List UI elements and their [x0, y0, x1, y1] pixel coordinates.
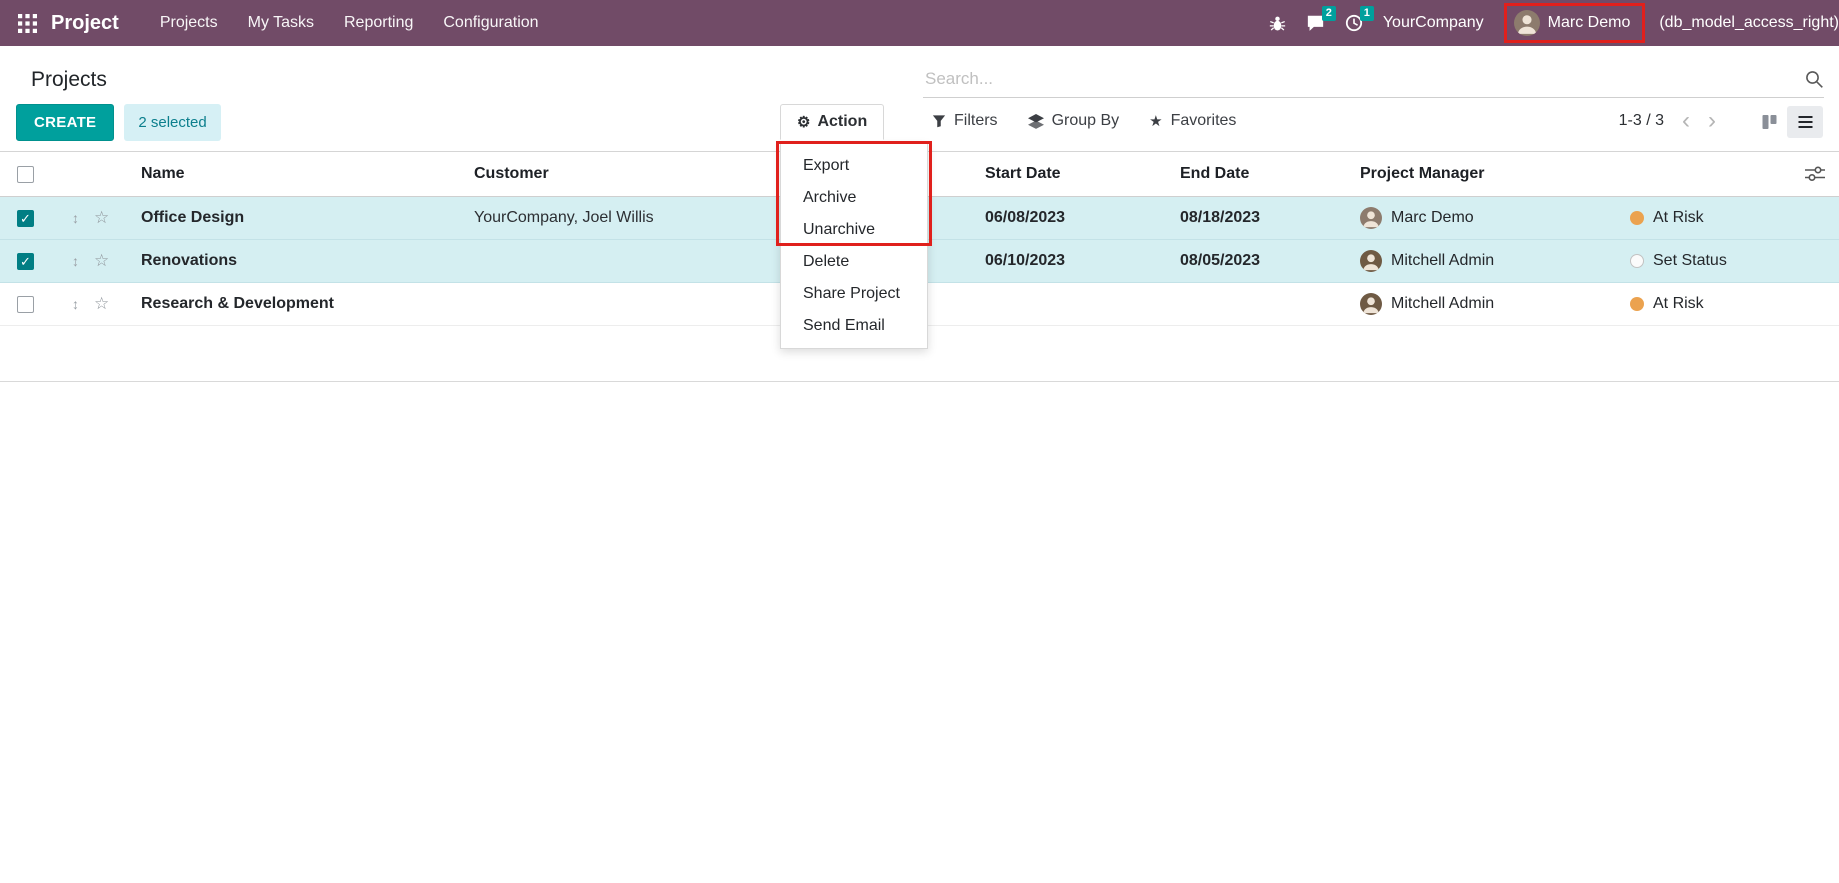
kanban-view-icon[interactable] [1751, 106, 1787, 138]
messages-icon[interactable]: 2 [1306, 14, 1325, 32]
manager-name: Mitchell Admin [1391, 252, 1494, 270]
group-by-label: Group By [1052, 112, 1120, 130]
row-checkbox[interactable] [17, 296, 34, 313]
menu-item-send-email[interactable]: Send Email [781, 310, 927, 342]
star-icon: ★ [1149, 112, 1162, 130]
menu-my-tasks[interactable]: My Tasks [233, 0, 329, 46]
main-menu: Projects My Tasks Reporting Configuratio… [145, 0, 554, 46]
pager-next-icon[interactable]: › [1708, 112, 1716, 130]
menu-configuration[interactable]: Configuration [428, 0, 553, 46]
drag-handle-icon[interactable]: ↕ [72, 210, 79, 226]
user-menu[interactable]: Marc Demo [1504, 3, 1646, 43]
project-end-date: 08/05/2023 [1180, 252, 1360, 270]
manager-name: Marc Demo [1391, 209, 1474, 227]
activities-icon[interactable]: 1 [1345, 14, 1363, 32]
header-name[interactable]: Name [141, 165, 474, 183]
status-dot[interactable] [1630, 297, 1644, 311]
action-button-label: Action [817, 113, 867, 131]
apps-grid-icon[interactable] [12, 10, 43, 37]
optional-columns-icon[interactable] [1791, 166, 1839, 182]
manager-name: Mitchell Admin [1391, 295, 1494, 313]
layers-icon [1028, 114, 1044, 129]
selected-count-badge[interactable]: 2 selected [124, 104, 220, 141]
company-name[interactable]: YourCompany [1383, 14, 1484, 32]
activities-badge: 1 [1360, 6, 1374, 21]
select-all-checkbox[interactable] [17, 166, 34, 183]
control-panel: Projects CREATE 2 selected ⚙ Action Expo… [0, 46, 1839, 151]
menu-item-archive[interactable]: Archive [781, 182, 927, 214]
favorites-button[interactable]: ★ Favorites [1149, 112, 1236, 130]
action-dropdown-menu: Export Archive Unarchive Delete Share Pr… [780, 143, 928, 349]
db-name-label: (db_model_access_right) [1659, 14, 1839, 32]
gear-icon: ⚙ [797, 115, 810, 130]
top-navbar: Project Projects My Tasks Reporting Conf… [0, 0, 1839, 46]
search-options: Filters Group By ★ Favorites [932, 112, 1236, 130]
project-name[interactable]: Renovations [141, 252, 474, 270]
menu-item-share-project[interactable]: Share Project [781, 278, 927, 310]
drag-handle-icon[interactable]: ↕ [72, 253, 79, 269]
pager-range: 1-3 / 3 [1619, 112, 1664, 130]
view-switcher [1751, 106, 1823, 138]
header-start-date[interactable]: Start Date [985, 165, 1180, 183]
user-avatar [1514, 10, 1540, 36]
project-name[interactable]: Office Design [141, 209, 474, 227]
favorite-star-icon[interactable]: ☆ [94, 251, 109, 271]
search-input[interactable] [923, 68, 1804, 90]
navbar-systray: 2 1 YourCompany Marc Demo (db_model_acce… [1269, 3, 1839, 43]
manager-avatar [1360, 293, 1382, 315]
row-checkbox[interactable] [17, 210, 34, 227]
create-button[interactable]: CREATE [16, 104, 114, 141]
status-label: At Risk [1653, 295, 1704, 313]
status-label: Set Status [1653, 252, 1727, 270]
menu-item-export[interactable]: Export [781, 150, 927, 182]
pager-previous-icon[interactable]: ‹ [1682, 112, 1690, 130]
status-label: At Risk [1653, 209, 1704, 227]
search-icon[interactable] [1804, 69, 1824, 89]
app-title[interactable]: Project [51, 12, 119, 35]
project-end-date: 08/18/2023 [1180, 209, 1360, 227]
favorite-star-icon[interactable]: ☆ [94, 294, 109, 314]
row-checkbox[interactable] [17, 253, 34, 270]
pager: 1-3 / 3 ‹ › [1619, 112, 1716, 130]
list-view-icon[interactable] [1787, 106, 1823, 138]
favorites-label: Favorites [1171, 112, 1237, 130]
menu-projects[interactable]: Projects [145, 0, 233, 46]
project-name[interactable]: Research & Development [141, 295, 474, 313]
action-button[interactable]: ⚙ Action [780, 104, 884, 140]
manager-avatar [1360, 250, 1382, 272]
group-by-button[interactable]: Group By [1028, 112, 1120, 130]
menu-reporting[interactable]: Reporting [329, 0, 428, 46]
status-dot[interactable] [1630, 254, 1644, 268]
manager-avatar [1360, 207, 1382, 229]
drag-handle-icon[interactable]: ↕ [72, 296, 79, 312]
menu-item-unarchive[interactable]: Unarchive [781, 214, 927, 246]
favorite-star-icon[interactable]: ☆ [94, 208, 109, 228]
filters-button[interactable]: Filters [932, 112, 998, 130]
filters-label: Filters [954, 112, 998, 130]
header-project-manager[interactable]: Project Manager [1360, 165, 1630, 183]
project-start-date: 06/08/2023 [985, 209, 1180, 227]
page-title: Projects [31, 68, 107, 92]
messages-badge: 2 [1322, 6, 1336, 21]
menu-item-delete[interactable]: Delete [781, 246, 927, 278]
project-start-date: 06/10/2023 [985, 252, 1180, 270]
funnel-icon [932, 114, 946, 128]
list-buttons: CREATE 2 selected [16, 104, 221, 141]
user-name: Marc Demo [1548, 14, 1631, 32]
bug-icon[interactable] [1269, 15, 1286, 32]
search-bar [923, 68, 1824, 98]
action-dropdown-wrap: ⚙ Action Export Archive Unarchive Delete… [780, 104, 884, 140]
header-end-date[interactable]: End Date [1180, 165, 1360, 183]
status-dot[interactable] [1630, 211, 1644, 225]
